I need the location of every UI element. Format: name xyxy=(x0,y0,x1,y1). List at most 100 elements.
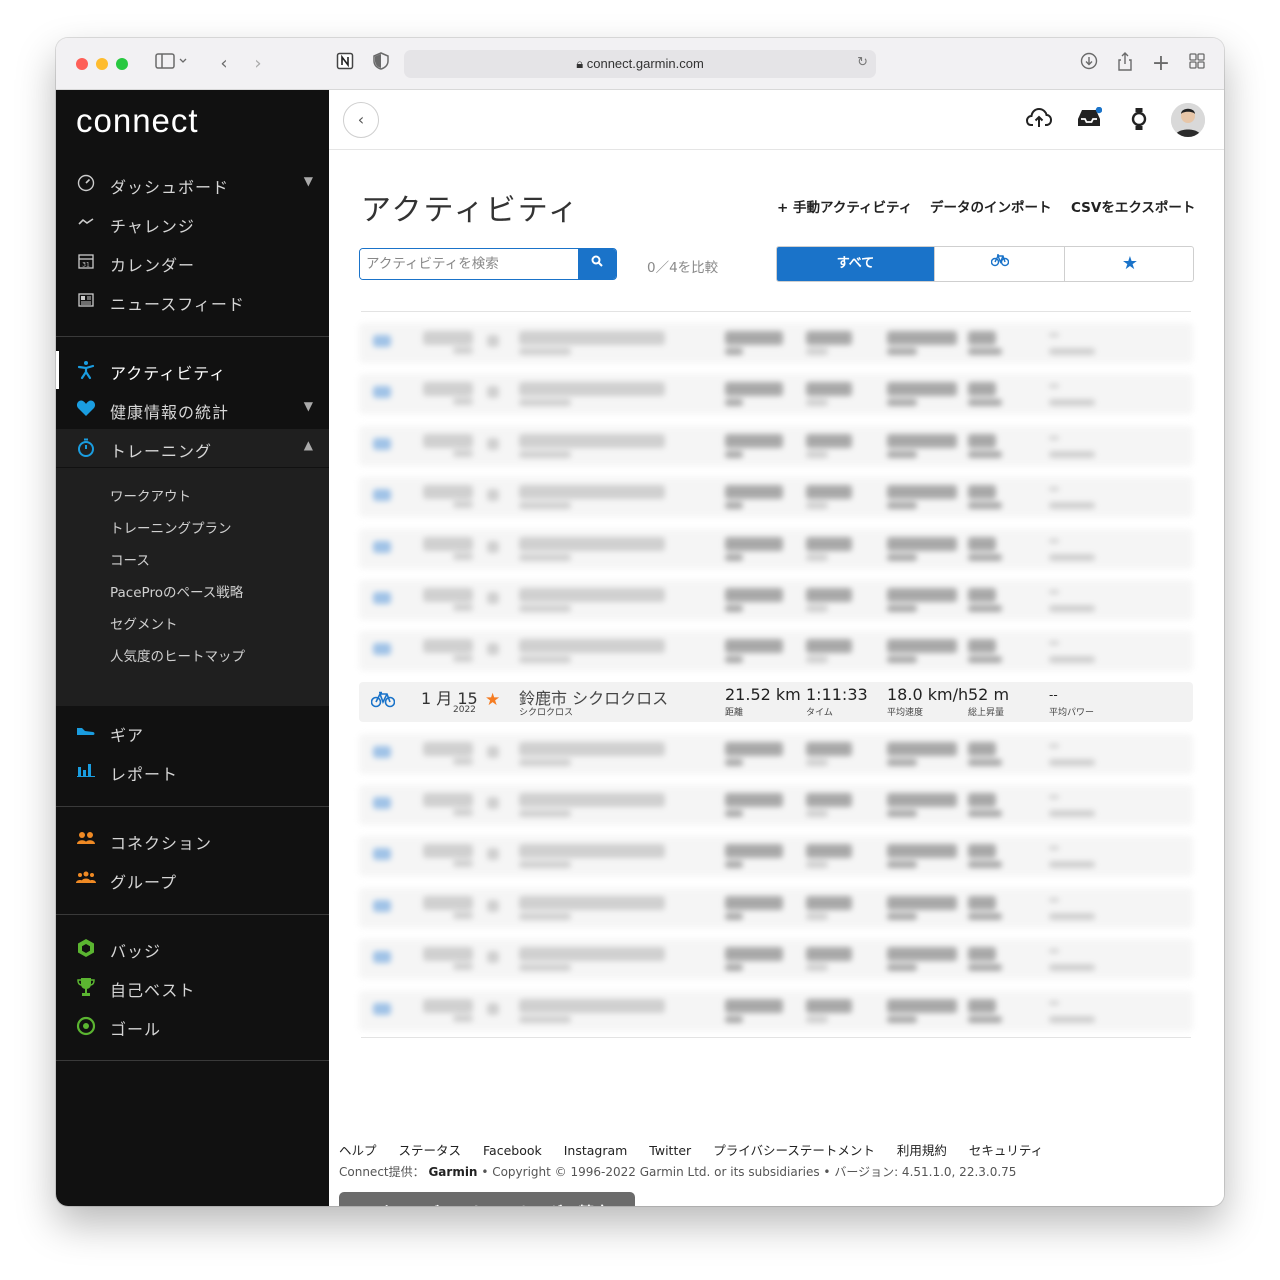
import-data-link[interactable]: データのインポート xyxy=(930,196,1052,216)
blurred-cell xyxy=(887,605,917,612)
activity-row[interactable] xyxy=(359,888,1193,928)
minimize-window-button[interactable] xyxy=(96,58,108,70)
filter-all-button[interactable]: すべて xyxy=(777,247,934,281)
activity-row[interactable] xyxy=(359,529,1193,569)
download-icon[interactable] xyxy=(1078,52,1100,76)
zoom-window-button[interactable] xyxy=(116,58,128,70)
shield-icon[interactable] xyxy=(370,52,392,76)
address-bar[interactable]: 🔒︎ connect.garmin.com ↻ xyxy=(404,50,876,78)
footer-link-twitter[interactable]: Twitter xyxy=(649,1143,691,1158)
connect-logo[interactable]: connect xyxy=(76,102,199,140)
filter-cycling-button[interactable] xyxy=(934,247,1064,281)
activity-row[interactable] xyxy=(359,374,1193,414)
blurred-cell xyxy=(453,1015,473,1022)
footer-link-facebook[interactable]: Facebook xyxy=(483,1143,542,1158)
sidebar-item-newsfeed[interactable]: ニュースフィード xyxy=(56,282,329,320)
sidebar-item-gear[interactable]: ギア xyxy=(56,713,329,751)
blurred-cell xyxy=(806,742,852,756)
blurred-cell xyxy=(725,434,783,448)
garmin-link[interactable]: Garmin xyxy=(428,1165,477,1179)
sidebar-item-groups[interactable]: グループ xyxy=(56,860,329,898)
activity-row[interactable] xyxy=(359,323,1193,363)
sidebar-divider xyxy=(56,806,329,807)
blurred-cell xyxy=(806,861,828,868)
blurred-cell xyxy=(725,348,743,355)
activity-row[interactable] xyxy=(359,734,1193,774)
activity-row[interactable] xyxy=(359,991,1193,1031)
export-csv-link[interactable]: CSVをエクスポート xyxy=(1071,196,1195,216)
blurred-cell xyxy=(887,947,957,961)
notion-extension-icon[interactable] xyxy=(334,52,356,76)
submenu-item-segments[interactable]: セグメント xyxy=(110,613,178,633)
activity-row[interactable] xyxy=(359,426,1193,466)
back-button[interactable]: ‹ xyxy=(343,102,379,138)
blurred-cell xyxy=(519,399,571,406)
blurred-cell xyxy=(1049,333,1059,337)
footer-link-privacy[interactable]: プライバシーステートメント xyxy=(713,1143,875,1158)
blurred-cell xyxy=(968,999,996,1013)
submenu-item-pacepro[interactable]: PaceProのペース戦略 xyxy=(110,581,243,601)
sidebar-item-health-stats[interactable]: 健康情報の統計 ▼ xyxy=(56,390,329,428)
blurred-cell xyxy=(806,1016,828,1023)
submenu-item-training-plans[interactable]: トレーニングプラン xyxy=(110,517,232,537)
blurred-cell xyxy=(887,793,957,807)
sidebar-item-connections[interactable]: コネクション xyxy=(56,821,329,859)
sidebar-item-badges[interactable]: バッジ xyxy=(56,929,329,967)
blurred-cell xyxy=(887,844,957,858)
search-input[interactable] xyxy=(360,249,578,279)
calendar-icon: 31 xyxy=(76,252,96,272)
new-tab-icon[interactable]: + xyxy=(1150,52,1172,76)
inbox-icon[interactable] xyxy=(1076,106,1103,133)
footer-link-security[interactable]: セキュリティ xyxy=(969,1143,1043,1158)
footer-link-instagram[interactable]: Instagram xyxy=(564,1143,628,1158)
activity-row[interactable] xyxy=(359,580,1193,620)
share-icon[interactable] xyxy=(1114,52,1136,76)
blurred-cell xyxy=(968,964,1002,971)
avatar[interactable] xyxy=(1171,103,1205,137)
blurred-cell xyxy=(725,399,743,406)
chevron-down-icon[interactable]: ▼ xyxy=(304,399,313,413)
submenu-item-heatmap[interactable]: 人気度のヒートマップ xyxy=(110,645,245,665)
chevron-up-icon[interactable]: ▲ xyxy=(304,438,313,452)
favorite-star-icon[interactable]: ★ xyxy=(485,690,500,710)
sidebar-item-calendar[interactable]: 31 カレンダー xyxy=(56,243,329,281)
manual-activity-link[interactable]: + 手動アクティビティ xyxy=(777,196,912,216)
filter-favorites-button[interactable]: ★ xyxy=(1064,247,1193,281)
activity-row-highlighted[interactable]: 1 月 15 2022 ★ 鈴鹿市 シクロクロス シクロクロス 21.52 km 距離 1:1… xyxy=(359,682,1193,722)
blurred-cell xyxy=(519,554,571,561)
submenu-item-workouts[interactable]: ワークアウト xyxy=(110,485,191,505)
activity-row[interactable] xyxy=(359,477,1193,517)
reload-icon[interactable]: ↻ xyxy=(857,55,868,70)
search-button[interactable] xyxy=(578,249,616,279)
sidebar-item-label: ダッシュボード xyxy=(110,178,230,197)
blurred-cell xyxy=(373,797,391,809)
sidebar-item-challenge[interactable]: チャレンジ xyxy=(56,204,329,242)
sidebar-item-goals[interactable]: ゴール xyxy=(56,1007,329,1045)
browser-forward-icon[interactable]: › xyxy=(248,52,268,76)
sidebar-item-activities[interactable]: アクティビティ xyxy=(56,351,329,389)
browser-back-icon[interactable]: ‹ xyxy=(214,52,234,76)
sidebar-item-dashboard[interactable]: ダッシュボード ▼ xyxy=(56,165,329,203)
watch-icon[interactable] xyxy=(1126,107,1152,133)
sidebar-toggle-icon[interactable] xyxy=(152,52,192,76)
tracking-accuracy-button[interactable]: アクティビティトラッキングの精度 xyxy=(339,1192,635,1206)
sidebar-item-personal-records[interactable]: 自己ベスト xyxy=(56,968,329,1006)
sidebar-item-training[interactable]: トレーニング ▲ xyxy=(56,429,329,467)
footer-link-terms[interactable]: 利用規約 xyxy=(897,1143,947,1158)
blurred-cell xyxy=(725,947,783,961)
sidebar-item-label: アクティビティ xyxy=(110,364,227,383)
activity-row[interactable] xyxy=(359,836,1193,876)
footer-link-status[interactable]: ステータス xyxy=(399,1143,462,1158)
submenu-item-courses[interactable]: コース xyxy=(110,549,150,569)
close-window-button[interactable] xyxy=(76,58,88,70)
bicycle-icon xyxy=(370,690,396,713)
activity-row[interactable] xyxy=(359,939,1193,979)
activity-row[interactable] xyxy=(359,631,1193,671)
sidebar-item-reports[interactable]: レポート xyxy=(56,752,329,790)
tab-overview-icon[interactable] xyxy=(1186,52,1208,76)
activity-row[interactable] xyxy=(359,785,1193,825)
blurred-cell xyxy=(887,434,957,448)
footer-link-help[interactable]: ヘルプ xyxy=(339,1143,377,1158)
chevron-down-icon[interactable]: ▼ xyxy=(304,174,313,188)
cloud-upload-icon[interactable] xyxy=(1025,107,1053,133)
